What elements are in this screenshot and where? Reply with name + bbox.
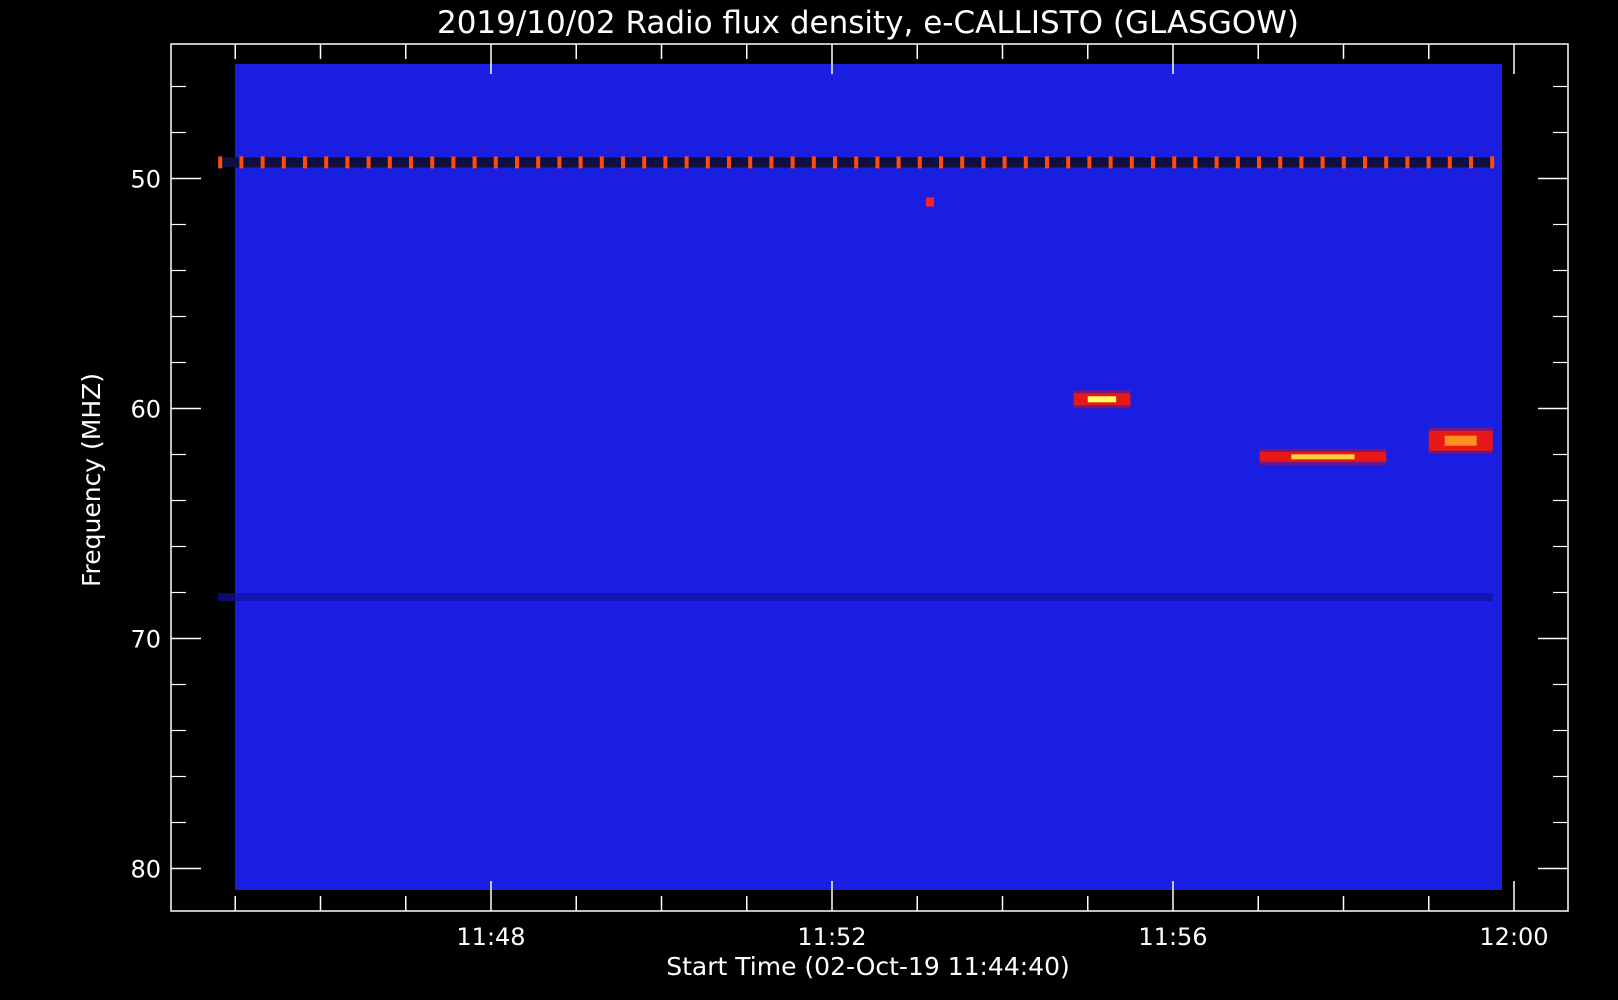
interference-spike [1002, 156, 1007, 169]
interference-spike [557, 156, 562, 169]
interference-spike [1023, 156, 1028, 169]
interference-spike [324, 156, 329, 169]
y-tick-label: 50 [130, 166, 161, 194]
interference-spike [578, 156, 583, 169]
interference-spike [1299, 156, 1304, 169]
feature-periodic-interference-line [218, 156, 1495, 169]
interference-spike [1172, 156, 1177, 169]
interference-spike [1045, 156, 1049, 169]
chart-title: 2019/10/02 Radio flux density, e-CALLIST… [437, 5, 1299, 41]
interference-spike [451, 156, 456, 169]
interference-spike [1066, 156, 1071, 169]
interference-spike [854, 156, 859, 169]
interference-spike [472, 156, 477, 169]
interference-spike [1129, 156, 1134, 169]
interference-spike [1341, 156, 1346, 169]
interference-spike [345, 156, 350, 169]
interference-spike [663, 156, 668, 169]
interference-spike [1469, 156, 1473, 169]
x-tick-label: 11:52 [797, 923, 866, 951]
interference-spike [981, 156, 986, 169]
interference-spike [1257, 156, 1261, 169]
interference-spike [1490, 156, 1495, 169]
feature-short-burst [1073, 390, 1131, 409]
interference-spike [1193, 156, 1198, 169]
feature-strong-band [1428, 427, 1493, 454]
spectrogram-background [235, 64, 1502, 890]
y-tick-label: 70 [130, 626, 161, 654]
interference-spike [833, 156, 837, 169]
interference-spike [790, 156, 795, 169]
dark-band [218, 593, 1493, 602]
interference-spike [430, 156, 435, 169]
interference-spike [684, 156, 689, 169]
interference-spike [409, 156, 413, 169]
x-tick-label: 11:56 [1138, 923, 1207, 951]
x-tick-label: 12:00 [1479, 923, 1548, 951]
interference-spike [493, 156, 498, 169]
interference-spike [239, 156, 244, 169]
interference-spike [1363, 156, 1367, 169]
interference-spike [303, 156, 307, 169]
interference-spike [281, 156, 286, 169]
interference-spike [917, 156, 922, 169]
feature-pixel [926, 197, 935, 207]
interference-spike [218, 156, 223, 169]
interference-spike [366, 156, 371, 169]
interference-spike [1235, 156, 1240, 169]
interference-spike [1426, 156, 1431, 169]
y-tick-label: 60 [130, 396, 161, 424]
interference-spike [599, 156, 604, 169]
interference-spike [1214, 156, 1219, 169]
x-axis-label: Start Time (02-Oct-19 11:44:40) [666, 952, 1069, 981]
interference-spike [748, 156, 753, 169]
spectrogram-chart: 2019/10/02 Radio flux density, e-CALLIST… [0, 0, 1618, 1000]
interference-spike [387, 156, 392, 169]
spectrogram-image [235, 64, 1502, 890]
interference-spike [260, 156, 265, 169]
feature-dark-interference-line [218, 593, 1493, 602]
interference-spike [1108, 156, 1113, 169]
feature-isolated-pixel [926, 197, 935, 207]
interference-spike [705, 156, 710, 169]
interference-spike [939, 156, 943, 169]
y-tick-label: 80 [130, 856, 161, 884]
interference-spike [1087, 156, 1092, 169]
feature-drifting-band [1259, 448, 1387, 465]
y-axis-label: Frequency (MHZ) [77, 373, 106, 587]
interference-spike [1405, 156, 1410, 169]
x-tick-label: 11:48 [456, 923, 525, 951]
feature-core [1444, 435, 1477, 446]
interference-spike [621, 156, 625, 169]
interference-spike [1320, 156, 1325, 169]
interference-spike [642, 156, 647, 169]
interference-spike [515, 156, 519, 169]
feature-core [1291, 454, 1355, 460]
interference-spike [536, 156, 541, 169]
interference-spike [769, 156, 774, 169]
interference-spike [727, 156, 731, 169]
interference-spike [875, 156, 880, 169]
feature-core [1087, 396, 1117, 403]
interference-spike [960, 156, 965, 169]
interference-spike [811, 156, 816, 169]
interference-spike [1447, 156, 1452, 169]
interference-spike [896, 156, 901, 169]
interference-spike [1278, 156, 1283, 169]
interference-spike [1384, 156, 1389, 169]
interference-spike [1151, 156, 1155, 169]
